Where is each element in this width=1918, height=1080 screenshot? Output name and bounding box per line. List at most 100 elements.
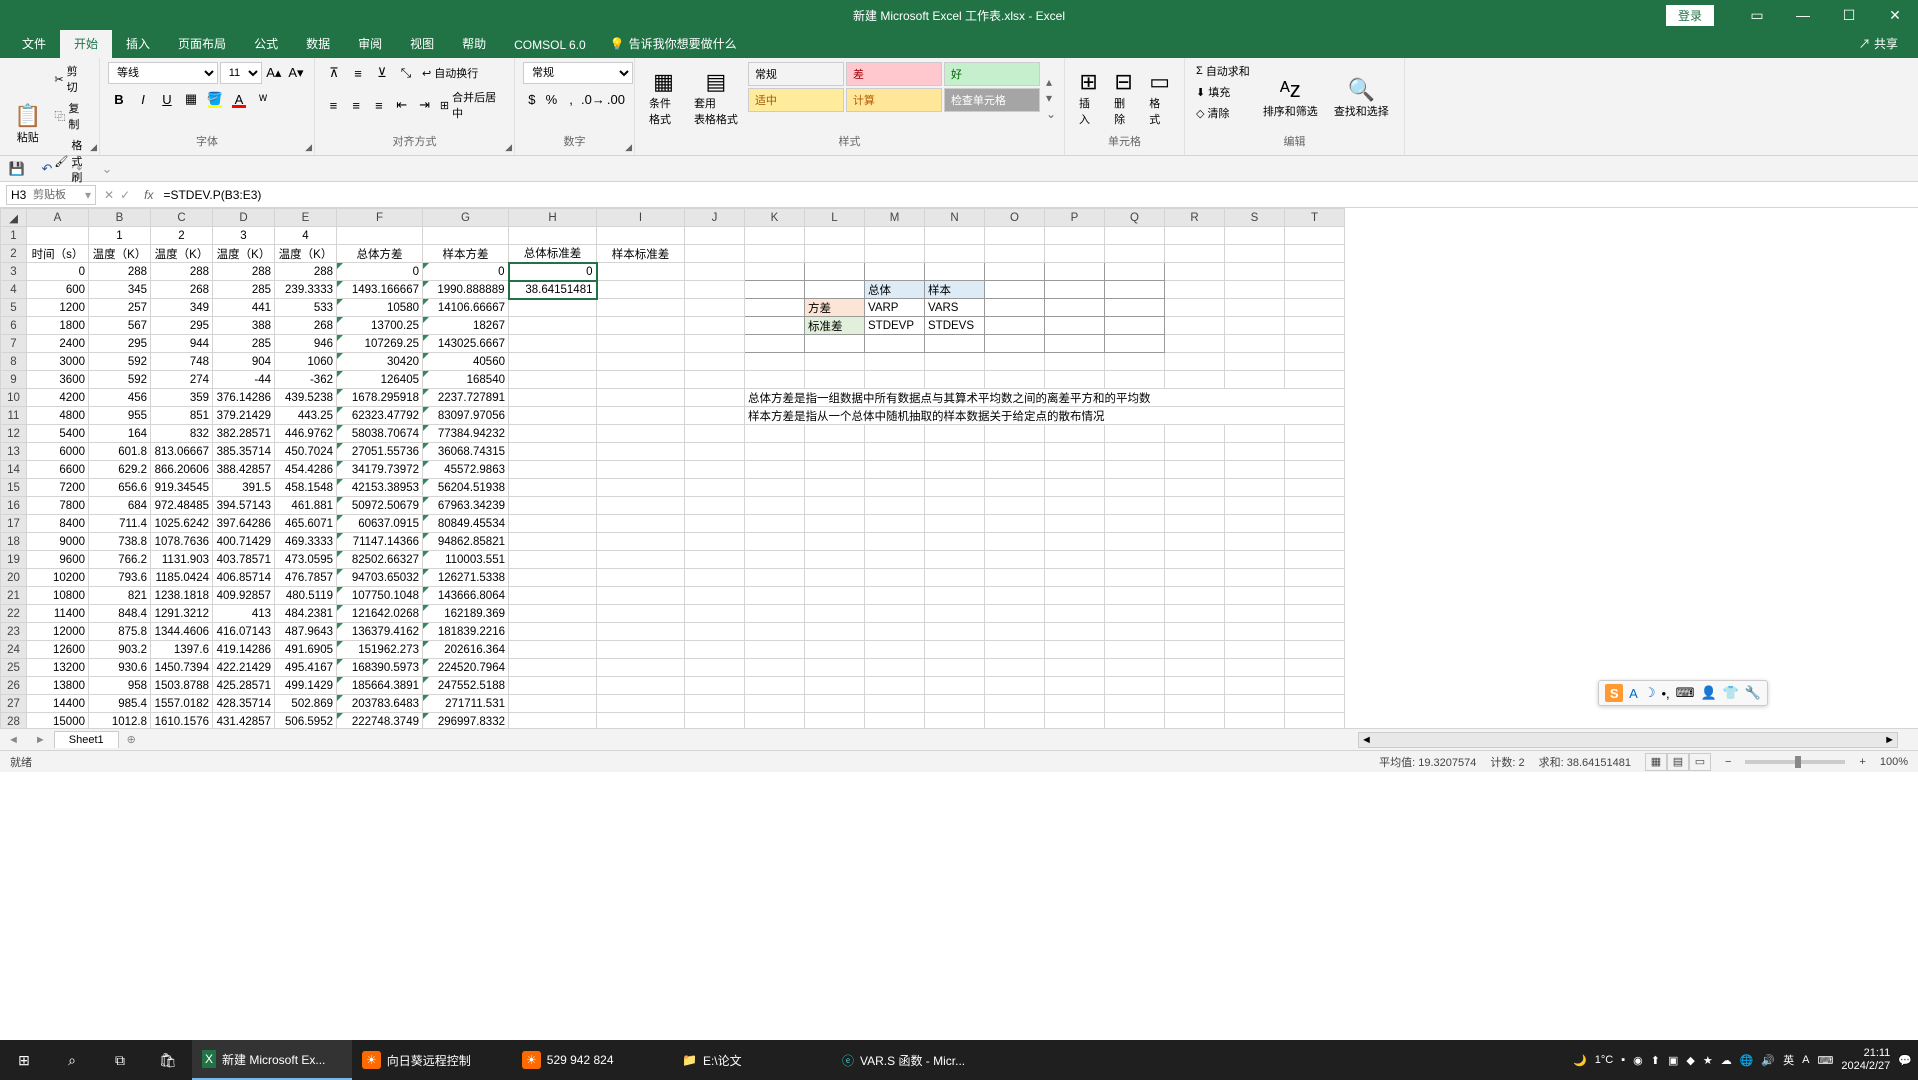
cell[interactable]: 1450.7394 bbox=[151, 659, 213, 677]
cell[interactable] bbox=[985, 497, 1045, 515]
col-header-K[interactable]: K bbox=[745, 209, 805, 227]
cell[interactable]: 50972.50679 bbox=[337, 497, 423, 515]
cell[interactable] bbox=[1045, 587, 1105, 605]
style-neutral[interactable]: 适中 bbox=[748, 88, 844, 112]
cell[interactable] bbox=[745, 461, 805, 479]
cell[interactable]: 2237.727891 bbox=[423, 389, 509, 407]
row-header[interactable]: 18 bbox=[1, 533, 27, 551]
cell[interactable] bbox=[1225, 659, 1285, 677]
cell[interactable] bbox=[865, 533, 925, 551]
cell[interactable]: 12600 bbox=[27, 641, 89, 659]
cell[interactable] bbox=[1105, 569, 1165, 587]
row-header[interactable]: 19 bbox=[1, 551, 27, 569]
cell[interactable]: 13200 bbox=[27, 659, 89, 677]
font-launcher[interactable]: ◢ bbox=[305, 142, 312, 153]
cell[interactable] bbox=[509, 569, 597, 587]
cell[interactable]: 1990.888889 bbox=[423, 281, 509, 299]
cell[interactable]: 71147.14366 bbox=[337, 533, 423, 551]
cell[interactable] bbox=[1225, 515, 1285, 533]
col-header-L[interactable]: L bbox=[805, 209, 865, 227]
cell[interactable] bbox=[1105, 317, 1165, 335]
cell[interactable] bbox=[1105, 299, 1165, 317]
cell[interactable] bbox=[1225, 641, 1285, 659]
minimize-icon[interactable]: — bbox=[1780, 0, 1826, 30]
cell[interactable] bbox=[597, 551, 685, 569]
cell[interactable] bbox=[985, 353, 1045, 371]
tab-formulas[interactable]: 公式 bbox=[240, 29, 292, 58]
cell[interactable]: 151962.273 bbox=[337, 641, 423, 659]
row-header[interactable]: 9 bbox=[1, 371, 27, 389]
cell[interactable] bbox=[865, 497, 925, 515]
cell[interactable] bbox=[925, 713, 985, 729]
tray-icon-4[interactable]: ▣ bbox=[1668, 1054, 1678, 1067]
cell[interactable] bbox=[685, 335, 745, 353]
cell[interactable]: 温度（K） bbox=[151, 245, 213, 263]
format-cells-button[interactable]: ▭格式 bbox=[1143, 62, 1176, 133]
cell[interactable] bbox=[1045, 443, 1105, 461]
cell[interactable] bbox=[1165, 623, 1225, 641]
cell[interactable] bbox=[1045, 425, 1105, 443]
cell[interactable]: 203783.6483 bbox=[337, 695, 423, 713]
cell[interactable] bbox=[1045, 353, 1105, 371]
cell[interactable]: 748 bbox=[151, 353, 213, 371]
cell[interactable] bbox=[597, 407, 685, 425]
cell[interactable] bbox=[925, 623, 985, 641]
weather-temp[interactable]: 1°C bbox=[1595, 1054, 1613, 1066]
cell[interactable] bbox=[925, 353, 985, 371]
cell[interactable] bbox=[1225, 677, 1285, 695]
taskbar-edge[interactable]: ⓔVAR.S 函数 - Micr... bbox=[832, 1040, 992, 1080]
cell[interactable]: 296997.8332 bbox=[423, 713, 509, 729]
cell[interactable]: 629.2 bbox=[89, 461, 151, 479]
sogou-icon[interactable]: S bbox=[1605, 684, 1623, 702]
cell[interactable] bbox=[1165, 227, 1225, 245]
cell[interactable] bbox=[865, 605, 925, 623]
cell[interactable]: 443.25 bbox=[275, 407, 337, 425]
cell[interactable] bbox=[985, 515, 1045, 533]
cell[interactable] bbox=[1165, 371, 1225, 389]
cell[interactable]: 5400 bbox=[27, 425, 89, 443]
cell[interactable] bbox=[805, 281, 865, 299]
col-header-O[interactable]: O bbox=[985, 209, 1045, 227]
cell[interactable] bbox=[1225, 335, 1285, 353]
cell[interactable] bbox=[925, 335, 985, 353]
cell[interactable]: 164 bbox=[89, 425, 151, 443]
cell[interactable]: 202616.364 bbox=[423, 641, 509, 659]
cell[interactable] bbox=[805, 461, 865, 479]
cell[interactable] bbox=[509, 389, 597, 407]
cell[interactable] bbox=[1045, 515, 1105, 533]
cell[interactable] bbox=[1225, 317, 1285, 335]
cell[interactable] bbox=[865, 371, 925, 389]
cell[interactable]: 793.6 bbox=[89, 569, 151, 587]
cell[interactable] bbox=[1285, 461, 1345, 479]
cell[interactable] bbox=[685, 641, 745, 659]
zoom-in-icon[interactable]: + bbox=[1859, 756, 1865, 768]
cell[interactable] bbox=[865, 713, 925, 729]
cell[interactable] bbox=[509, 443, 597, 461]
cell[interactable] bbox=[509, 317, 597, 335]
cell[interactable] bbox=[597, 389, 685, 407]
cell[interactable]: 288 bbox=[151, 263, 213, 281]
search-button[interactable]: ⌕ bbox=[48, 1040, 96, 1080]
cell[interactable] bbox=[1045, 479, 1105, 497]
cell[interactable] bbox=[509, 605, 597, 623]
cell[interactable] bbox=[27, 227, 89, 245]
cell[interactable] bbox=[1165, 605, 1225, 623]
tab-review[interactable]: 审阅 bbox=[344, 29, 396, 58]
cell[interactable] bbox=[805, 245, 865, 263]
ime-person-icon[interactable]: 👤 bbox=[1700, 685, 1716, 701]
row-header[interactable]: 7 bbox=[1, 335, 27, 353]
cell[interactable]: 903.2 bbox=[89, 641, 151, 659]
cell[interactable] bbox=[1105, 335, 1165, 353]
cell[interactable]: 9000 bbox=[27, 533, 89, 551]
cell[interactable] bbox=[337, 227, 423, 245]
cell[interactable] bbox=[1165, 587, 1225, 605]
zoom-slider[interactable] bbox=[1745, 760, 1845, 764]
cell[interactable] bbox=[597, 569, 685, 587]
ime-lang-icon[interactable]: A bbox=[1629, 686, 1638, 701]
cell[interactable]: 946 bbox=[275, 335, 337, 353]
cell[interactable] bbox=[509, 515, 597, 533]
cell[interactable]: 403.78571 bbox=[213, 551, 275, 569]
cell[interactable] bbox=[597, 263, 685, 281]
underline-icon[interactable]: U bbox=[156, 88, 178, 110]
inc-decimal-icon[interactable]: .0→ bbox=[582, 88, 604, 110]
